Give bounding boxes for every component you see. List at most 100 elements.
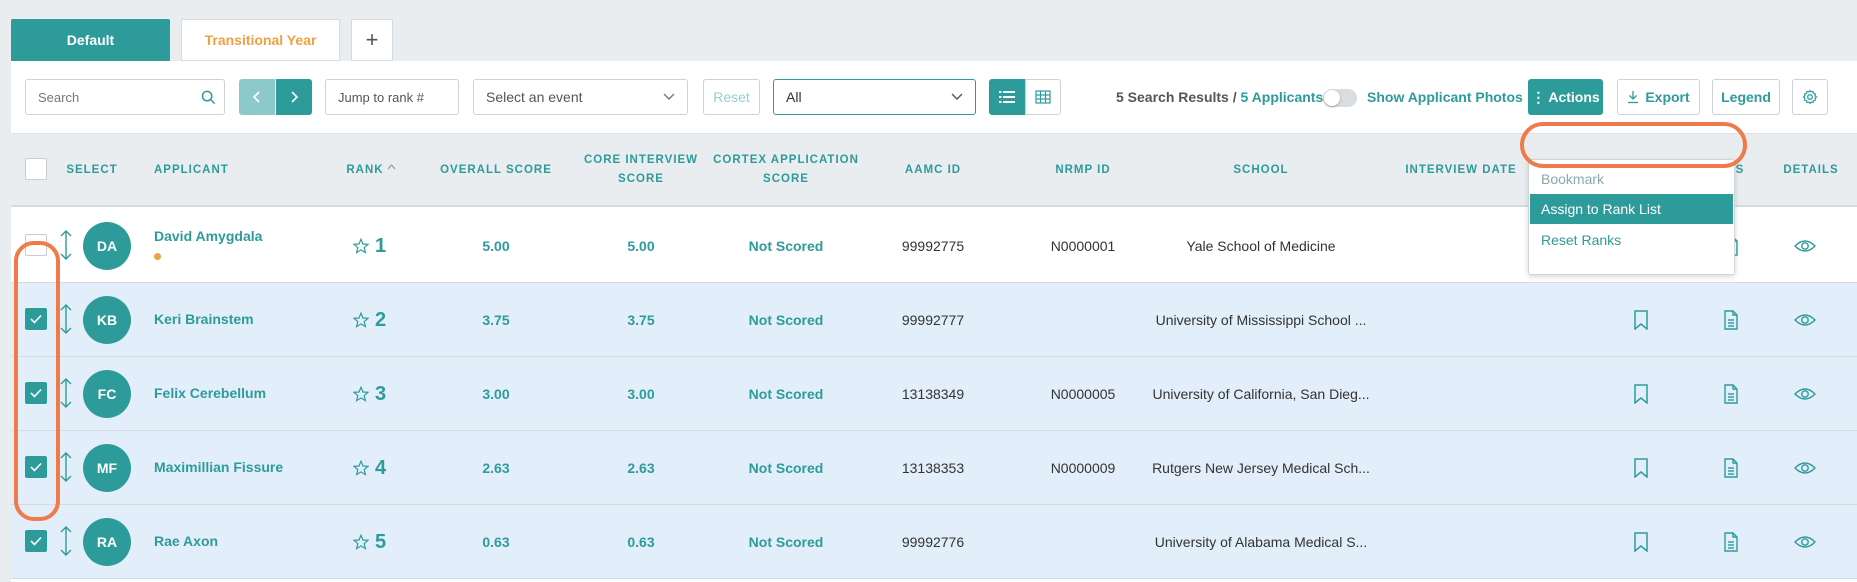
drag-handle-icon[interactable]	[59, 303, 73, 335]
actions-button[interactable]: ⋮ Actions	[1528, 79, 1603, 115]
row-select-checkbox[interactable]	[25, 308, 47, 330]
rank-number: 4	[375, 456, 387, 479]
menu-item-assign-to-rank-list[interactable]: Assign to Rank List	[1530, 194, 1733, 224]
bookmark-icon[interactable]	[1623, 431, 1659, 505]
core-interview-score: 0.63	[627, 534, 655, 550]
header-aamc-id[interactable]: AAMC ID	[873, 134, 993, 206]
toggle-knob	[1324, 90, 1340, 106]
kebab-icon: ⋮	[1531, 88, 1546, 105]
export-label: Export	[1645, 89, 1690, 105]
add-tab-button[interactable]: +	[351, 19, 393, 61]
star-icon[interactable]	[353, 312, 369, 328]
nrmp-id	[1023, 283, 1143, 357]
cortex-score: Not Scored	[748, 238, 824, 254]
cortex-score: Not Scored	[748, 460, 824, 476]
legend-button[interactable]: Legend	[1712, 79, 1780, 115]
row-select-checkbox[interactable]	[25, 456, 47, 478]
rank-cell: 2	[353, 283, 386, 357]
select-all-checkbox[interactable]	[25, 158, 47, 180]
applicants-panel: Search Jump to rank # Select an event Re…	[11, 61, 1857, 582]
star-icon[interactable]	[353, 534, 369, 550]
eye-icon[interactable]	[1787, 283, 1823, 357]
core-interview-score: 2.63	[627, 460, 655, 476]
tab-default[interactable]: Default	[11, 19, 170, 61]
menu-item-bookmark[interactable]: Bookmark	[1541, 171, 1604, 187]
bookmark-icon[interactable]	[1623, 505, 1659, 579]
bookmark-icon[interactable]	[1623, 357, 1659, 431]
core-interview-score: 5.00	[627, 238, 655, 254]
school-name: Yale School of Medicine	[1186, 238, 1336, 254]
menu-item-reset-ranks[interactable]: Reset Ranks	[1541, 232, 1621, 248]
bookmark-icon[interactable]	[1623, 283, 1659, 357]
list-view-button[interactable]	[989, 79, 1025, 115]
document-icon[interactable]	[1713, 357, 1749, 431]
chevron-left-icon	[252, 91, 260, 103]
star-icon[interactable]	[353, 386, 369, 402]
filter-select[interactable]: All	[773, 79, 976, 115]
overall-score: 0.63	[482, 534, 510, 550]
next-button[interactable]	[276, 79, 312, 115]
drag-handle-icon[interactable]	[59, 525, 73, 557]
results-count: 5 Search Results / 5 Applicants	[1116, 89, 1323, 105]
applicant-name-link[interactable]: Rae Axon	[154, 533, 218, 549]
header-cortex-application-score[interactable]: CORTEX APPLICATION SCORE	[701, 134, 871, 206]
header-school[interactable]: SCHOOL	[1161, 134, 1361, 206]
nrmp-id	[1023, 505, 1143, 579]
applicant-name-link[interactable]: David Amygdala	[154, 228, 262, 244]
applicant-name-link[interactable]: Felix Cerebellum	[154, 385, 266, 401]
search-input[interactable]: Search	[25, 79, 225, 115]
table-row: MF Maximillian Fissure 4 2.63 2.63 Not Scored…	[11, 431, 1857, 505]
row-select-checkbox[interactable]	[25, 382, 47, 404]
overall-score: 2.63	[482, 460, 510, 476]
avatar: FC	[83, 370, 131, 418]
previous-button[interactable]	[239, 79, 275, 115]
core-interview-score: 3.00	[627, 386, 655, 402]
tab-transitional-year[interactable]: Transitional Year	[181, 19, 340, 61]
jump-to-rank-input[interactable]: Jump to rank #	[325, 79, 459, 115]
drag-handle-icon[interactable]	[59, 451, 73, 483]
rank-cell: 5	[353, 505, 386, 579]
document-icon[interactable]	[1713, 505, 1749, 579]
grid-view-button[interactable]	[1025, 79, 1061, 115]
header-rank[interactable]: RANK	[341, 134, 401, 206]
eye-icon[interactable]	[1787, 505, 1823, 579]
header-nrmp-id[interactable]: NRMP ID	[1023, 134, 1143, 206]
nrmp-id: N0000009	[1050, 460, 1116, 476]
applicant-name-link[interactable]: Maximillian Fissure	[154, 459, 283, 475]
settings-button[interactable]	[1792, 79, 1828, 115]
chevron-right-icon	[291, 91, 299, 103]
search-icon	[201, 90, 216, 104]
applicant-name-link[interactable]: Keri Brainstem	[154, 311, 254, 327]
aamc-id: 99992776	[901, 534, 965, 550]
document-icon[interactable]	[1713, 431, 1749, 505]
show-photos-label: Show Applicant Photos	[1367, 89, 1523, 105]
header-applicant[interactable]: APPLICANT	[154, 134, 254, 206]
eye-icon[interactable]	[1787, 431, 1823, 505]
table-row: KB Keri Brainstem 2 3.75 3.75 Not Scored 99992…	[11, 283, 1857, 357]
document-icon[interactable]	[1713, 283, 1749, 357]
eye-icon[interactable]	[1787, 209, 1823, 283]
star-icon[interactable]	[353, 238, 369, 254]
reset-button[interactable]: Reset	[703, 79, 760, 115]
avatar: RA	[83, 518, 131, 566]
show-photos-toggle[interactable]	[1323, 89, 1357, 107]
drag-handle-icon[interactable]	[59, 377, 73, 409]
header-overall-score[interactable]: OVERALL SCORE	[436, 134, 556, 206]
header-interview-date[interactable]: INTERVIEW DATE	[1391, 134, 1531, 206]
overall-score: 5.00	[482, 238, 510, 254]
table-row: FC Felix Cerebellum 3 3.00 3.00 Not Scored 131…	[11, 357, 1857, 431]
check-icon	[30, 536, 42, 546]
download-icon	[1628, 91, 1639, 104]
applicants-count: 5 Applicants	[1240, 89, 1324, 105]
eye-icon[interactable]	[1787, 357, 1823, 431]
event-select[interactable]: Select an event	[473, 79, 688, 115]
check-icon	[30, 462, 42, 472]
export-button[interactable]: Export	[1617, 79, 1700, 115]
row-select-checkbox[interactable]	[25, 530, 47, 552]
header-select: SELECT	[66, 163, 118, 176]
drag-handle-icon[interactable]	[59, 229, 73, 261]
star-icon[interactable]	[353, 460, 369, 476]
tab-bar: Default Transitional Year +	[11, 19, 393, 61]
header-core-interview-score[interactable]: CORE INTERVIEW SCORE	[571, 134, 711, 206]
row-select-checkbox[interactable]	[25, 234, 47, 256]
